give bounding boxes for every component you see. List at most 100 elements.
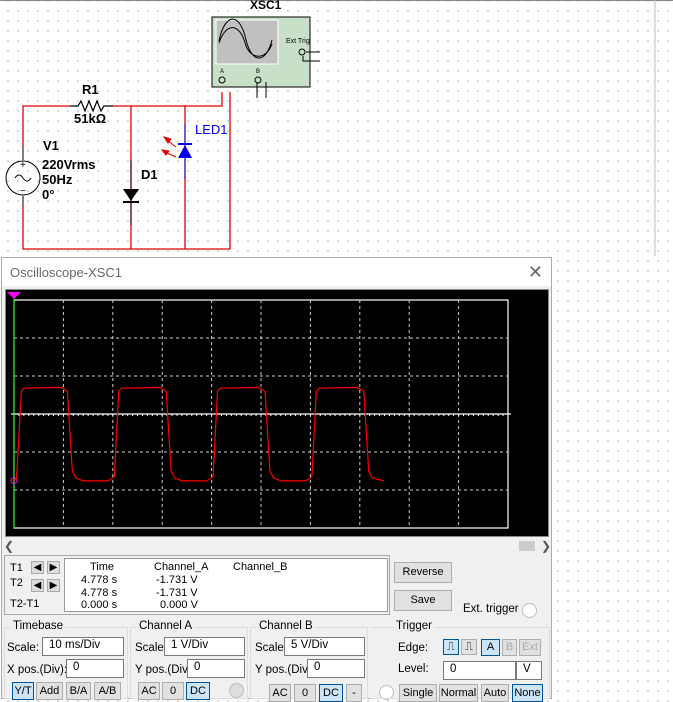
chb-scale-input[interactable]: 5 V/Div — [284, 637, 365, 656]
diode-icon — [123, 160, 139, 225]
xsc1-name: XSC1 — [250, 0, 282, 12]
trigger-source-b[interactable]: B — [502, 639, 517, 656]
save-button[interactable]: Save — [394, 590, 452, 611]
readout-table: Time Channel_A Channel_B 4.778 s -1.731 … — [64, 558, 388, 612]
r1-value: 51kΩ — [74, 111, 106, 126]
v1-labels: V1 220Vrms 50Hz 0° — [42, 138, 96, 202]
header-channel-b: Channel_B — [233, 561, 288, 573]
cha-scale-input[interactable]: 1 V/Div — [164, 637, 245, 656]
svg-text:−: − — [20, 186, 26, 197]
svg-text:B: B — [256, 69, 260, 75]
title-bar[interactable]: Oscilloscope-XSC1 ✕ — [2, 258, 551, 286]
scroll-right-icon[interactable]: ❯ — [541, 539, 551, 553]
t1-left-arrow-icon[interactable]: ◀ — [31, 561, 44, 574]
header-channel-a: Channel_A — [154, 561, 209, 573]
svg-text:0°: 0° — [42, 187, 54, 202]
window-title: Oscilloscope-XSC1 — [10, 264, 122, 280]
cursor-readout: T1 T2 T2-T1 ◀ ▶ ◀ ▶ Time Channel_A Chann… — [4, 555, 390, 615]
t1-right-arrow-icon[interactable]: ▶ — [47, 561, 60, 574]
svg-text:Ext Trig: Ext Trig — [286, 38, 310, 45]
chb-ypos-label: Y pos.(Div): — [255, 664, 315, 676]
row2-cha: -1.731 V — [156, 587, 198, 599]
cursor-marker-icon — [7, 292, 21, 299]
timebase-scale-label: Scale: — [7, 642, 39, 654]
timebase-scale-input[interactable]: 10 ms/Div — [42, 637, 124, 656]
led1-name: LED1 — [195, 122, 228, 137]
chb-ypos-input[interactable]: 0 — [307, 659, 365, 678]
cha-ac-button[interactable]: AC — [138, 682, 160, 700]
reverse-button[interactable]: Reverse — [394, 562, 452, 583]
t2-label: T2 — [10, 577, 23, 589]
oscilloscope-window: Oscilloscope-XSC1 ✕ ❮ ❯ T1 T2 T2-T1 ◀ ▶ ◀… — [1, 257, 552, 702]
falling-edge-icon[interactable]: ⎍ — [461, 639, 477, 655]
d1-name: D1 — [141, 167, 158, 182]
edge-label: Edge: — [398, 642, 429, 654]
trigger-single-button[interactable]: Single — [399, 684, 437, 702]
horizontal-scrollbar[interactable]: ❮ ❯ — [4, 539, 551, 553]
cha-scale-label: Scale: — [135, 642, 167, 654]
close-icon[interactable]: ✕ — [528, 262, 543, 283]
channel-b-group: Channel B Scale: 5 V/Div Y pos.(Div): 0 … — [250, 620, 394, 702]
t2-left-arrow-icon[interactable]: ◀ — [31, 579, 44, 592]
oscilloscope-instrument[interactable]: Ext Trig A B — [211, 16, 320, 98]
row1-time: 4.778 s — [81, 574, 118, 586]
chb-invert-button[interactable]: - — [346, 684, 362, 702]
resistor-r1 — [70, 99, 113, 113]
level-label: Level: — [398, 663, 429, 675]
t2t1-label: T2-T1 — [10, 598, 40, 610]
cha-radio[interactable] — [229, 683, 244, 698]
ac-source-icon: +− — [5, 147, 41, 205]
t2-right-arrow-icon[interactable]: ▶ — [47, 579, 60, 592]
mode-add-button[interactable]: Add — [36, 682, 63, 700]
xpos-input[interactable]: 0 — [66, 659, 124, 678]
mode-ab-button[interactable]: A/B — [94, 682, 121, 700]
svg-text:50Hz: 50Hz — [42, 172, 73, 187]
cha-ypos-input[interactable]: 0 — [187, 659, 245, 678]
level-unit-select[interactable]: V — [516, 661, 542, 680]
chb-dc-button[interactable]: DC — [319, 684, 343, 702]
channel-b-title: Channel B — [257, 620, 315, 632]
chb-scale-label: Scale: — [255, 642, 287, 654]
r1-name: R1 — [82, 82, 99, 97]
t1-label: T1 — [10, 562, 23, 574]
trigger-none-button[interactable]: None — [512, 684, 543, 702]
scope-svg — [7, 292, 511, 529]
header-time: Time — [90, 561, 115, 573]
scroll-thumb[interactable] — [519, 541, 535, 551]
row1-cha: -1.731 V — [156, 574, 198, 586]
trigger-group: Trigger Edge: ⎍ ⎍ A B Ext Level: 0 V Sin… — [370, 620, 550, 702]
timebase-title: Timebase — [11, 620, 66, 632]
svg-text:+: + — [20, 160, 26, 171]
scroll-left-icon[interactable]: ❮ — [4, 539, 14, 553]
trigger-source-ext[interactable]: Ext — [519, 639, 541, 656]
ext-trigger-label: Ext. trigger — [463, 603, 519, 615]
trigger-auto-button[interactable]: Auto — [481, 684, 509, 702]
level-input[interactable]: 0 — [443, 661, 516, 680]
trace-channel_a — [13, 386, 385, 482]
channel-a-title: Channel A — [137, 620, 195, 632]
chb-zero-button[interactable]: 0 — [294, 684, 316, 702]
cha-zero-button[interactable]: 0 — [162, 682, 184, 700]
row3-cha: 0.000 V — [160, 599, 198, 611]
svg-text:V1: V1 — [43, 138, 59, 153]
svg-text:A: A — [220, 69, 224, 75]
timebase-group: Timebase Scale: 10 ms/Div X pos.(Div): 0… — [4, 620, 128, 700]
svg-text:220Vrms: 220Vrms — [42, 157, 96, 172]
scope-display[interactable] — [5, 289, 549, 537]
row2-time: 4.778 s — [81, 587, 118, 599]
mode-yt-button[interactable]: Y/T — [12, 682, 34, 700]
ext-trigger-radio[interactable] — [522, 603, 537, 618]
row3-time: 0.000 s — [81, 599, 118, 611]
schematic: R1 51kΩ +− V1 220Vrms 50Hz 0° D1 LED1 XS… — [5, 0, 656, 256]
rising-edge-icon[interactable]: ⎍ — [443, 639, 459, 655]
trigger-normal-button[interactable]: Normal — [439, 684, 478, 702]
trigger-source-a[interactable]: A — [481, 639, 500, 656]
cha-ypos-label: Y pos.(Div): — [135, 664, 195, 676]
trigger-title: Trigger — [394, 620, 434, 632]
mode-ba-button[interactable]: B/A — [66, 682, 91, 700]
channel-a-group: Channel A Scale: 1 V/Div Y pos.(Div): 0 … — [130, 620, 248, 700]
cha-dc-button[interactable]: DC — [186, 682, 210, 700]
led-icon — [160, 124, 192, 179]
xpos-label: X pos.(Div): — [7, 664, 68, 676]
chb-ac-button[interactable]: AC — [269, 684, 291, 702]
